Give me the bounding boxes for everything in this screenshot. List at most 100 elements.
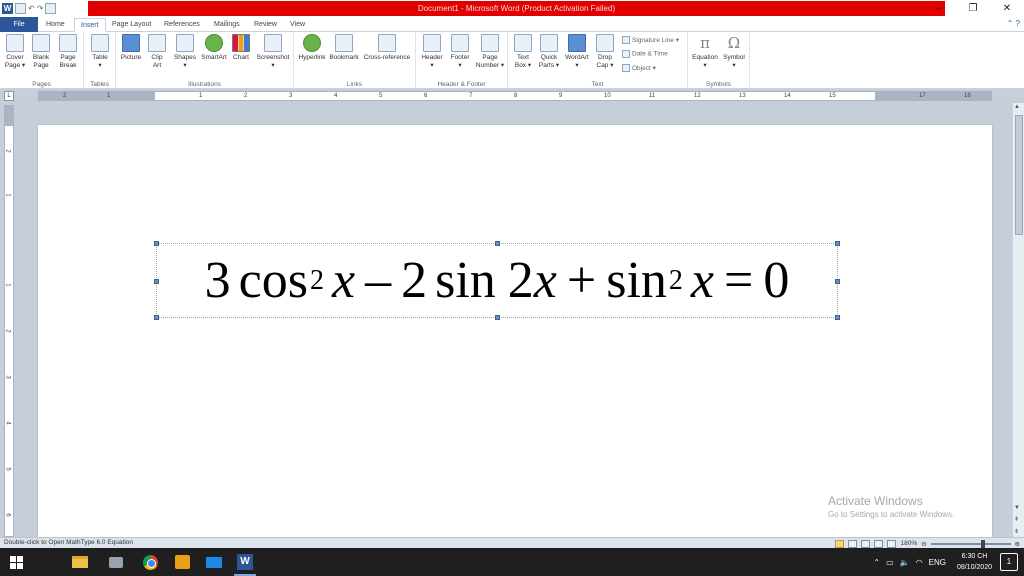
signature-line-button[interactable]: Signature Line ▾ [622,36,679,45]
help-icon[interactable]: ⌃ ? [1007,19,1020,28]
chrome-button[interactable] [140,552,160,572]
tab-review[interactable]: Review [248,18,283,32]
group-label-header-footer: Header & Footer [437,81,486,88]
ruler-tick: 1 [199,93,203,99]
quick-parts-button[interactable]: Quick Parts ▾ [536,34,562,70]
header-button[interactable]: Header ▾ [418,34,446,70]
previous-page-icon[interactable]: ⇞ [1014,516,1019,523]
object-button[interactable]: Object ▾ [622,64,656,73]
system-tray: ⌃ ▭ 🔈 ◠ ENG 6:30 CH 08/10/2020 1 [870,548,1024,576]
wordart-button[interactable]: WordArt ▾ [562,34,592,70]
ruler-margin-top [5,106,13,126]
clock[interactable]: 6:30 CH 08/10/2020 [957,551,992,573]
drop-cap-button[interactable]: Drop Cap ▾ [592,34,618,70]
ruler-tick: 6 [4,513,11,517]
ruler-tick: 7 [469,93,473,99]
cross-reference-button[interactable]: Cross-reference [360,34,414,62]
footer-button[interactable]: Footer ▾ [446,34,474,70]
clip-art-icon [148,34,166,52]
shapes-button[interactable]: Shapes ▾ [172,34,198,70]
chart-button[interactable]: Chart [230,34,252,62]
ruler-tick: 10 [604,93,611,99]
text-box-button[interactable]: Text Box ▾ [510,34,536,70]
file-explorer-button[interactable] [70,552,90,572]
save-icon[interactable] [15,3,26,14]
word-taskbar-button[interactable]: W [235,552,255,572]
customize-icon[interactable] [45,3,57,14]
group-label-symbols: Symbols [706,81,731,88]
wifi-icon[interactable]: ◠ [916,558,923,567]
scroll-up-icon[interactable]: ▲ [1014,104,1020,110]
zoom-level[interactable]: 180% [900,540,917,547]
bookmark-button[interactable]: Bookmark [328,34,360,62]
smartart-button[interactable]: SmartArt [199,34,229,62]
mail-button[interactable] [204,552,224,572]
tab-references[interactable]: References [158,18,206,32]
folder-icon [72,556,88,568]
tab-home[interactable]: Home [40,18,71,32]
table-button[interactable]: Table ▾ [88,34,112,70]
outline-view-button[interactable] [874,539,884,548]
volume-icon[interactable]: 🔈 [900,558,910,567]
document-page[interactable]: 3 cos 2 x – 2 sin 2 x + sin 2 x = 0 Acti… [38,125,992,537]
ruler-tick: 9 [559,93,563,99]
header-icon [423,34,441,52]
scroll-thumb[interactable] [1015,115,1023,235]
windows-icon [9,555,23,569]
redo-icon[interactable]: ↷ [37,3,44,14]
tab-page-layout[interactable]: Page Layout [106,18,157,32]
eq-exponent: 2 [310,264,324,296]
full-screen-view-button[interactable] [848,539,858,548]
hyperlink-button[interactable]: Hyperlink [296,34,328,62]
zoom-out-icon[interactable]: ⊖ [921,540,926,548]
minimize-button[interactable]: – [922,0,956,17]
action-center-button[interactable]: 1 [1000,553,1018,571]
close-button[interactable]: ✕ [990,0,1024,17]
blank-page-button[interactable]: Blank Page [29,34,53,70]
zoom-slider[interactable] [930,539,1011,548]
chrome-icon [142,554,158,570]
clip-art-button[interactable]: Clip Art [146,34,168,70]
show-hidden-icons-icon[interactable]: ⌃ [873,558,880,567]
page-number-button[interactable]: Page Number ▾ [474,34,506,70]
picture-button[interactable]: Picture [119,34,143,62]
language-indicator[interactable]: ENG [929,558,946,567]
window-title: Document1 - Microsoft Word (Product Acti… [417,4,616,13]
ruler-tick: 13 [739,93,746,99]
camera-app-button[interactable] [106,552,126,572]
tab-view[interactable]: View [284,18,311,32]
screenshot-button[interactable]: Screenshot ▾ [254,34,292,70]
tab-file[interactable]: File [0,17,38,32]
scroll-down-icon[interactable]: ▼ [1014,505,1020,511]
vertical-scrollbar[interactable]: ▲ ▼ ⇞ ⇟ [1012,103,1024,537]
group-label-links: Links [346,81,363,88]
page-break-button[interactable]: Page Break [56,34,80,70]
zoom-in-icon[interactable]: ⊕ [1015,540,1020,548]
equation-button[interactable]: π Equation ▾ [690,34,720,70]
next-page-icon[interactable]: ⇟ [1014,528,1019,535]
draft-view-button[interactable] [887,539,897,548]
symbol-button[interactable]: Ω Symbol ▾ [720,34,748,70]
print-layout-view-button[interactable] [835,539,845,548]
word-app-icon[interactable]: W [2,3,13,14]
ribbon: Cover Page ▾ Blank Page Page Break Pages… [0,32,1024,89]
eq-equals: = [723,252,754,309]
horizontal-ruler[interactable]: 2 1 1 2 3 4 5 6 7 8 9 10 11 12 13 14 15 … [38,91,992,101]
date-time-button[interactable]: Date & Time [622,50,668,58]
undo-icon[interactable]: ↶ [28,3,35,14]
eq-operator: – [365,252,392,309]
battery-icon[interactable]: ▭ [886,558,894,567]
restore-button[interactable]: ❐ [956,0,990,17]
vertical-ruler[interactable]: 2 1 1 2 3 4 5 6 [4,105,14,537]
tab-mailings[interactable]: Mailings [208,18,246,32]
start-button[interactable] [6,552,26,572]
tab-selector[interactable]: L [4,91,14,101]
equation-object[interactable]: 3 cos 2 x – 2 sin 2 x + sin 2 x = 0 [154,241,840,320]
ruler-margin-right [875,92,991,100]
tab-insert[interactable]: Insert [74,18,106,32]
web-layout-view-button[interactable] [861,539,871,548]
cover-page-button[interactable]: Cover Page ▾ [3,34,27,70]
calendar-icon [622,50,630,58]
zoom-slider-knob[interactable] [980,539,985,548]
media-player-button[interactable] [172,552,192,572]
